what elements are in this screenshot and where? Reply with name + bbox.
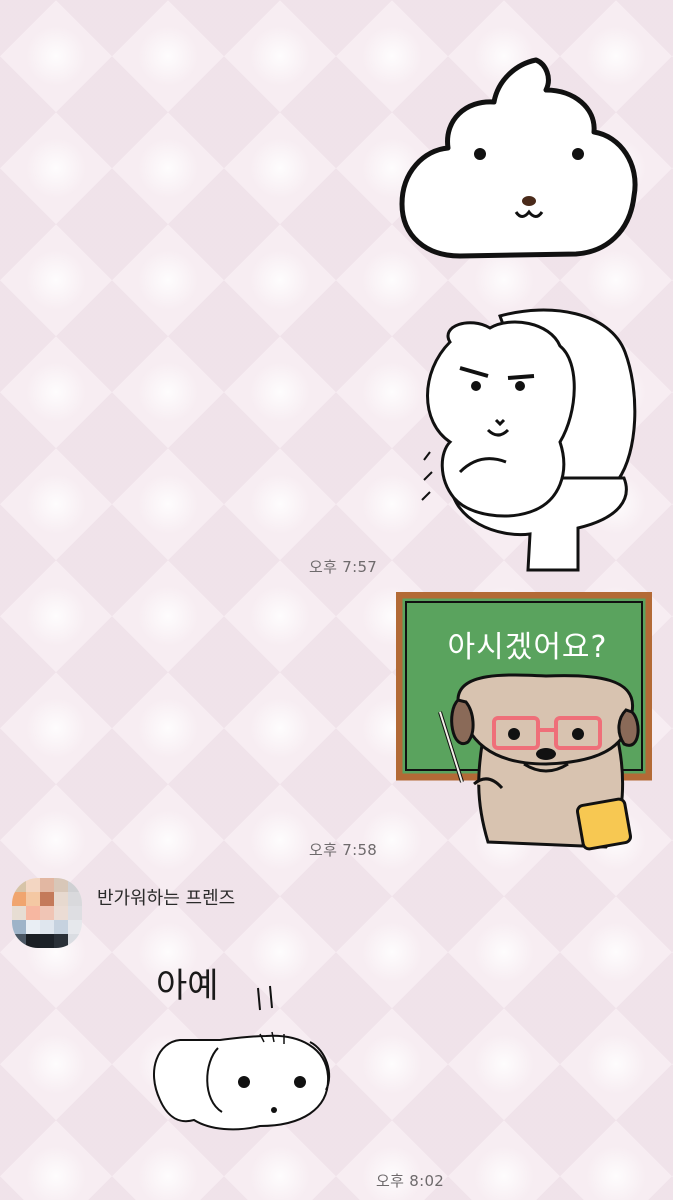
sender-avatar[interactable]	[12, 878, 82, 948]
toilet-hamster-sticker[interactable]	[410, 302, 645, 574]
toilet-hamster-icon	[421, 308, 637, 572]
message-time: 오후 7:57	[309, 558, 378, 576]
poop-dog-sticker[interactable]	[396, 56, 646, 262]
message-time: 오후 8:02	[376, 1172, 445, 1190]
poop-dog-icon	[399, 57, 638, 259]
chalkboard-text: 아시겠어요?	[447, 630, 608, 665]
sender-name: 반가워하는 프렌즈	[97, 888, 236, 909]
teacher-pug-sticker[interactable]: 아시겠어요?	[396, 592, 652, 852]
sticker-caption: 아예	[156, 966, 219, 1006]
message-time: 오후 7:58	[309, 841, 378, 859]
